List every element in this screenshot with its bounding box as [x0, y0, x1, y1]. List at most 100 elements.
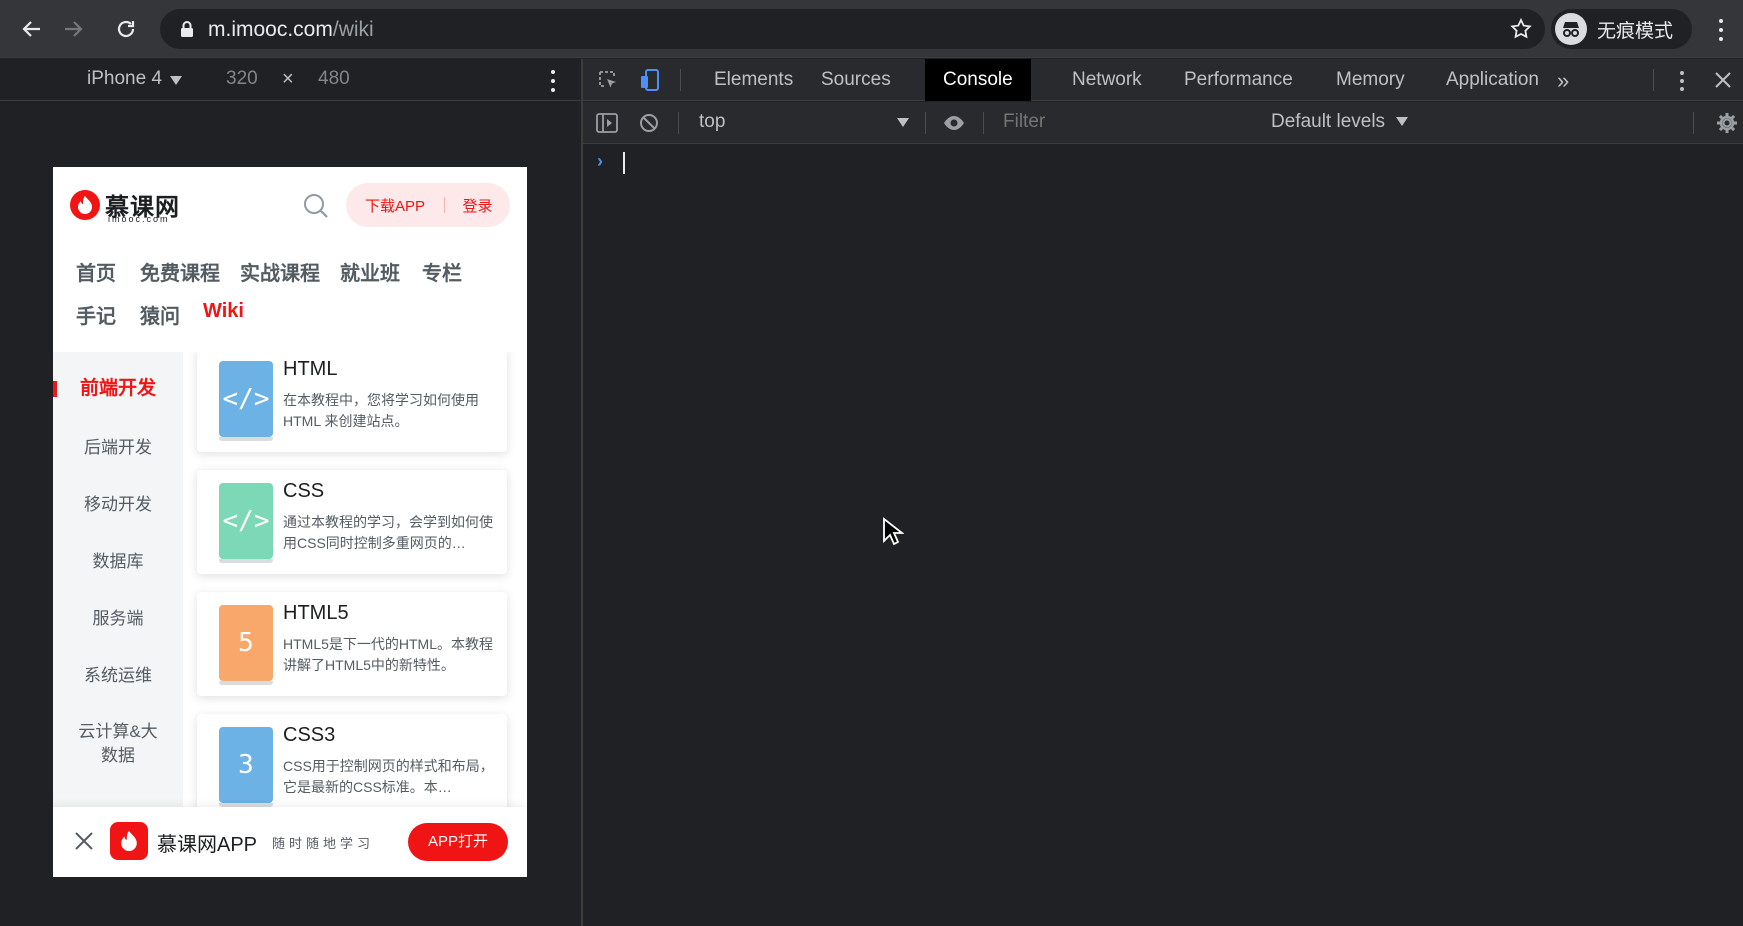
toolbar-divider — [1693, 112, 1694, 134]
wiki-card-css3[interactable]: 3 CSS3 CSS用于控制网页的样式和布局，它是最新的CSS标准。本… — [197, 714, 507, 807]
sidebar-toggle-icon[interactable] — [595, 111, 619, 135]
devtools-tabbar: Elements Sources Console Network Perform… — [583, 59, 1743, 101]
execution-context-select[interactable]: top — [699, 111, 725, 133]
sidebar-item-ops[interactable]: 系统运维 — [53, 664, 183, 688]
more-tabs-icon[interactable]: » — [1557, 68, 1569, 94]
main-nav: 首页 免费课程 实战课程 就业班 专栏 手记 猿问 Wiki — [53, 243, 527, 338]
app-slogan: 随时随地学习 — [272, 836, 375, 851]
card-description: 通过本教程的学习，会学到如何使用CSS同时控制多重网页的… — [283, 514, 493, 551]
card-title: HTML5 — [283, 602, 349, 624]
tab-application[interactable]: Application — [1428, 59, 1557, 101]
mobile-viewport: 慕课网 imooc.com 下载APP 登录 首页 免费课程 实战课程 就业班 … — [53, 167, 527, 877]
url-text: m.imooc.com/wiki — [208, 18, 374, 42]
wiki-card-css[interactable]: </> CSS 通过本教程的学习，会学到如何使用CSS同时控制多重网页的… — [197, 470, 507, 574]
open-app-button[interactable]: APP打开 — [408, 823, 508, 861]
tab-memory[interactable]: Memory — [1318, 59, 1423, 101]
devtools-menu-button[interactable] — [1672, 69, 1692, 93]
sidebar-item-backend[interactable]: 后端开发 — [53, 436, 183, 460]
card-title: CSS — [283, 480, 325, 502]
css3-book-icon: 3 — [219, 727, 273, 807]
nav-item-qa[interactable]: 猿问 — [140, 300, 180, 329]
incognito-label: 无痕模式 — [1597, 20, 1674, 42]
sidebar-item-mobile[interactable]: 移动开发 — [53, 493, 183, 517]
tab-performance[interactable]: Performance — [1166, 59, 1311, 101]
close-icon[interactable] — [73, 830, 95, 852]
bookmark-star-icon[interactable] — [1509, 17, 1533, 41]
css-book-icon: </> — [219, 483, 273, 563]
toolbar-divider — [680, 69, 681, 91]
live-expression-eye-icon[interactable] — [942, 111, 966, 135]
inspect-element-icon[interactable] — [596, 68, 620, 92]
device-select[interactable]: iPhone 4 — [87, 68, 162, 90]
app-name: 慕课网APP — [157, 834, 258, 856]
address-bar[interactable]: m.imooc.com/wiki — [160, 9, 1545, 49]
filter-input[interactable] — [1003, 111, 1263, 133]
site-logo-domain: imooc.com — [108, 214, 170, 224]
wiki-card-html5[interactable]: 5 HTML5 HTML5是下一代的HTML。本教程讲解了HTML5中的新特性。 — [197, 592, 507, 696]
incognito-icon — [1555, 13, 1587, 45]
dimension-separator: × — [282, 68, 294, 90]
nav-item-career-class[interactable]: 就业班 — [340, 257, 400, 286]
imooc-logo-icon[interactable] — [70, 190, 100, 220]
html5-book-icon: 5 — [219, 605, 273, 685]
browser-menu-button[interactable] — [1709, 16, 1733, 44]
incognito-badge[interactable]: 无痕模式 — [1551, 9, 1692, 49]
card-title: HTML — [283, 358, 338, 380]
login-link[interactable]: 登录 — [445, 195, 510, 216]
mouse-pointer-icon — [883, 517, 904, 546]
html-book-icon: </> — [219, 361, 273, 441]
card-title: CSS3 — [283, 724, 336, 746]
device-dropdown-icon[interactable] — [170, 76, 182, 85]
sidebar-item-database[interactable]: 数据库 — [53, 550, 183, 574]
search-icon[interactable] — [301, 191, 331, 221]
viewport-width[interactable]: 320 — [226, 68, 258, 90]
nav-item-wiki[interactable]: Wiki — [203, 300, 244, 323]
console-settings-gear-icon[interactable] — [1715, 111, 1739, 135]
card-description: HTML5是下一代的HTML。本教程讲解了HTML5中的新特性。 — [283, 636, 494, 673]
nav-item-practical-courses[interactable]: 实战课程 — [240, 257, 320, 286]
download-app-link[interactable]: 下载APP — [346, 195, 444, 216]
back-arrow-icon — [22, 21, 40, 37]
viewport-height[interactable]: 480 — [318, 68, 350, 90]
log-levels-select[interactable]: Default levels — [1271, 111, 1385, 133]
clear-console-icon[interactable] — [637, 111, 661, 135]
forward-arrow-icon — [65, 21, 83, 37]
context-dropdown-icon[interactable] — [897, 118, 909, 127]
card-description: CSS用于控制网页的样式和布局，它是最新的CSS标准。本… — [283, 758, 494, 795]
levels-dropdown-icon[interactable] — [1396, 117, 1408, 126]
header-actions: 下载APP 登录 — [346, 183, 510, 227]
text-caret — [623, 152, 625, 174]
console-panel[interactable]: › — [583, 145, 1743, 926]
toolbar-divider — [925, 112, 926, 134]
device-toolbar: iPhone 4 320 × 480 — [0, 59, 582, 101]
forward-button[interactable] — [58, 14, 88, 44]
reload-button[interactable] — [111, 14, 141, 44]
category-sidebar: 前端开发 后端开发 移动开发 数据库 服务端 系统运维 云计算&大数据 — [53, 352, 183, 807]
card-description: 在本教程中，您将学习如何使用 HTML 来创建站点。 — [283, 392, 479, 429]
nav-item-free-courses[interactable]: 免费课程 — [140, 257, 220, 286]
close-devtools-icon[interactable] — [1713, 70, 1733, 90]
nav-item-columns[interactable]: 专栏 — [422, 257, 462, 286]
tab-network[interactable]: Network — [1054, 59, 1160, 101]
tab-console[interactable]: Console — [925, 59, 1031, 101]
lock-icon — [181, 21, 193, 37]
reload-icon — [117, 20, 135, 38]
nav-item-home[interactable]: 首页 — [76, 257, 116, 286]
toolbar-divider — [678, 112, 679, 134]
app-download-banner: 慕课网APP 随时随地学习 APP打开 — [53, 807, 527, 877]
sidebar-item-server[interactable]: 服务端 — [53, 607, 183, 631]
tab-sources[interactable]: Sources — [803, 59, 909, 101]
device-menu-button[interactable] — [541, 67, 565, 95]
toolbar-divider — [1653, 69, 1654, 91]
sidebar-item-cloud-bigdata[interactable]: 云计算&大数据 — [53, 720, 183, 768]
site-header: 慕课网 imooc.com 下载APP 登录 — [53, 167, 527, 243]
console-prompt-icon: › — [597, 151, 603, 171]
tab-elements[interactable]: Elements — [696, 59, 811, 101]
device-toggle-icon[interactable] — [638, 68, 662, 92]
back-button[interactable] — [17, 14, 47, 44]
sidebar-item-frontend[interactable]: 前端开发 — [53, 377, 183, 401]
nav-item-notes[interactable]: 手记 — [76, 300, 116, 329]
console-toolbar: top Default levels — [583, 102, 1743, 144]
wiki-content: 前端开发 后端开发 移动开发 数据库 服务端 系统运维 云计算&大数据 </> … — [53, 352, 527, 807]
wiki-card-html[interactable]: </> HTML 在本教程中，您将学习如何使用 HTML 来创建站点。 — [197, 352, 507, 452]
